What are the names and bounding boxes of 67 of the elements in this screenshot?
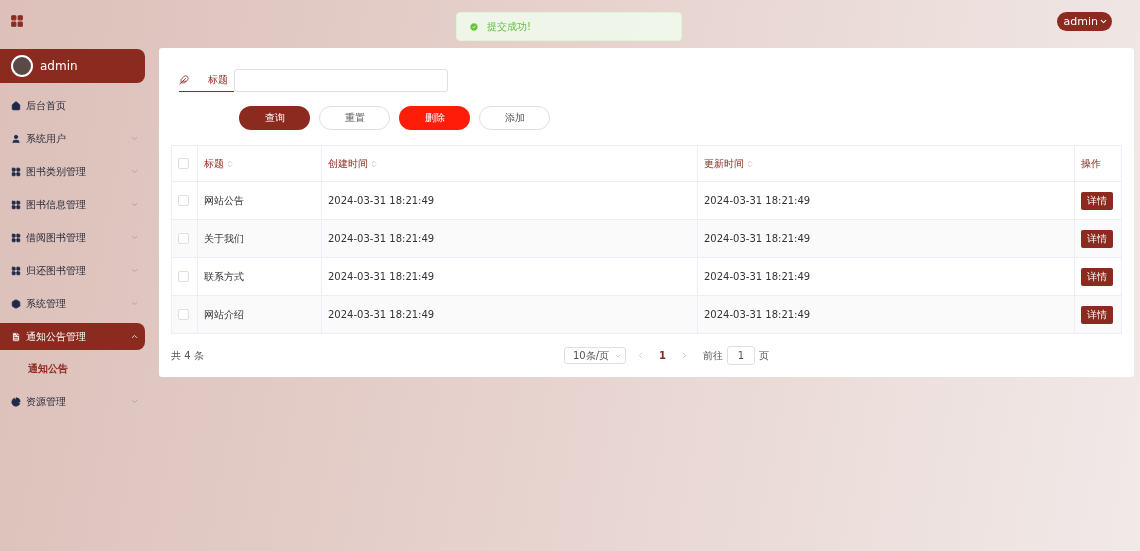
sidebar-item[interactable]: 图书类别管理 <box>0 158 145 185</box>
title-cell: 联系方式 <box>204 270 244 282</box>
created-cell: 2024-03-31 18:21:49 <box>328 195 435 206</box>
column-header[interactable]: 操作 <box>1081 156 1101 171</box>
created-cell: 2024-03-31 18:21:49 <box>328 309 435 320</box>
sort-icon[interactable] <box>226 159 234 168</box>
user-menu-button[interactable]: admin <box>1056 11 1112 31</box>
updated-cell: 2024-03-31 18:21:49 <box>704 195 811 206</box>
row-checkbox[interactable] <box>178 271 189 283</box>
total-count: 共 4 条 <box>171 348 205 363</box>
action-button[interactable]: 添加 <box>479 106 550 130</box>
goto-page-field[interactable]: 1 <box>726 346 755 365</box>
home-icon <box>11 100 21 111</box>
toast-message: 提交成功! <box>487 19 531 34</box>
column-header[interactable]: 更新时间 <box>704 156 754 171</box>
check-circle-icon <box>469 21 479 32</box>
updated-cell: 2024-03-31 18:21:49 <box>704 233 811 244</box>
prev-page-icon[interactable] <box>636 351 645 360</box>
detail-button[interactable]: 详情 <box>1081 305 1113 324</box>
action-button[interactable]: 删除 <box>399 106 470 130</box>
updated-cell: 2024-03-31 18:21:49 <box>704 309 811 320</box>
grid-icon <box>11 199 21 210</box>
title-cell: 关于我们 <box>204 232 244 244</box>
goto-label: 前往 <box>702 348 723 363</box>
created-cell: 2024-03-31 18:21:49 <box>328 271 435 282</box>
feather-icon <box>179 75 189 85</box>
menu-grid-icon[interactable] <box>10 14 24 28</box>
pie-chart-icon <box>11 396 21 407</box>
grid-icon <box>11 166 21 177</box>
title-cell: 网站介绍 <box>204 308 244 320</box>
search-label: 标题 <box>208 73 228 87</box>
sidebar-item[interactable]: 通知公告管理 <box>0 323 145 350</box>
sidebar-subitem[interactable]: 通知公告 <box>0 353 145 385</box>
sidebar-item[interactable]: 系统管理 <box>0 290 145 317</box>
select-all-checkbox[interactable] <box>178 158 189 170</box>
page-suffix: 页 <box>758 348 769 363</box>
user-name: admin <box>40 59 78 73</box>
grid-icon <box>11 265 21 276</box>
sort-icon[interactable] <box>746 159 754 168</box>
detail-button[interactable]: 详情 <box>1081 229 1113 248</box>
column-header[interactable]: 标题 <box>204 156 234 171</box>
sidebar-item[interactable]: 后台首页 <box>0 92 145 119</box>
page-number[interactable]: 1 <box>659 350 666 361</box>
sidebar-item[interactable]: 图书信息管理 <box>0 191 145 218</box>
page-size-select[interactable]: 10条/页 <box>564 347 626 364</box>
title-cell: 网站公告 <box>204 194 244 206</box>
sidebar-item[interactable]: 归还图书管理 <box>0 257 145 284</box>
detail-button[interactable]: 详情 <box>1081 191 1113 210</box>
row-checkbox[interactable] <box>178 233 189 245</box>
grid-icon <box>11 232 21 243</box>
action-button[interactable]: 查询 <box>239 106 310 130</box>
updated-cell: 2024-03-31 18:21:49 <box>704 271 811 282</box>
document-icon <box>11 331 21 342</box>
hexagon-icon <box>11 298 21 309</box>
sidebar-item[interactable]: 系统用户 <box>0 125 145 152</box>
action-button[interactable]: 重置 <box>319 106 390 130</box>
sidebar-item[interactable]: 资源管理 <box>0 388 145 415</box>
detail-button[interactable]: 详情 <box>1081 267 1113 286</box>
sidebar-item[interactable]: 借阅图书管理 <box>0 224 145 251</box>
column-header[interactable]: 创建时间 <box>328 156 378 171</box>
user-icon <box>11 133 21 144</box>
row-checkbox[interactable] <box>178 195 189 207</box>
row-checkbox[interactable] <box>178 309 189 321</box>
created-cell: 2024-03-31 18:21:49 <box>328 233 435 244</box>
sort-icon[interactable] <box>370 159 378 168</box>
title-input-field[interactable] <box>234 69 448 92</box>
avatar <box>11 55 33 77</box>
